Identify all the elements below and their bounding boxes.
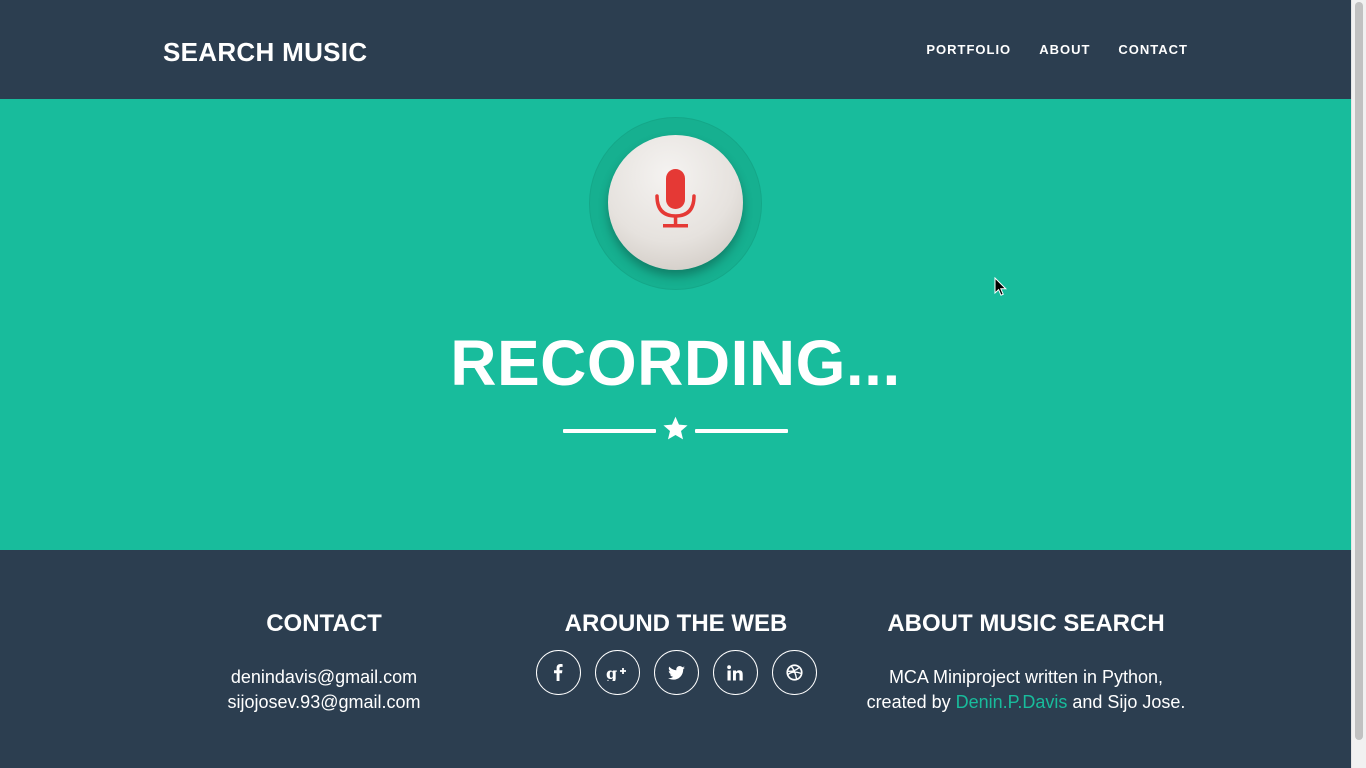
nav-link-portfolio[interactable]: PORTFOLIO [926, 42, 1011, 57]
svg-text:g: g [606, 665, 617, 681]
dribbble-button[interactable] [771, 650, 817, 695]
hero-section: RECORDING... [0, 99, 1351, 550]
record-button[interactable] [608, 135, 743, 270]
email-2: sijojosev.93@gmail.com [227, 692, 421, 712]
contact-heading: CONTACT [266, 610, 382, 637]
linkedin-button[interactable] [712, 650, 758, 695]
around-web-heading: AROUND THE WEB [564, 610, 788, 637]
google-plus-button[interactable]: g [594, 650, 640, 695]
microphone-icon [655, 169, 696, 228]
about-line-2: created by Denin.P.Davis and Sijo Jose. [846, 690, 1206, 715]
recording-status: RECORDING... [450, 327, 901, 399]
linkedin-icon [727, 664, 743, 680]
divider-line-right [695, 429, 788, 433]
dribbble-icon [785, 664, 803, 681]
scrollbar-thumb[interactable] [1355, 2, 1363, 740]
author-link[interactable]: Denin.P.Davis [956, 692, 1068, 712]
brand-logo[interactable]: SEARCH MUSIC [163, 37, 367, 68]
footer-around-web: AROUND THE WEB g [526, 610, 826, 695]
nav-link-about[interactable]: ABOUT [1039, 42, 1090, 57]
social-links: g [526, 650, 826, 695]
twitter-icon [667, 665, 685, 680]
footer-about: ABOUT MUSIC SEARCH MCA Miniproject writt… [846, 610, 1206, 715]
nav-menu: PORTFOLIO ABOUT CONTACT [926, 42, 1188, 57]
page-scrollbar[interactable] [1351, 0, 1366, 768]
star-icon [663, 416, 688, 440]
about-suffix: and Sijo Jose. [1067, 692, 1186, 712]
mouse-cursor-icon [994, 277, 1007, 296]
google-plus-icon: g [606, 665, 626, 681]
email-1: denindavis@gmail.com [230, 667, 418, 687]
about-prefix: created by [866, 692, 956, 712]
nav-link-contact[interactable]: CONTACT [1118, 42, 1188, 57]
divider-line-left [563, 429, 656, 433]
footer-contact: CONTACT denindavis@gmail.com sijojosev.9… [174, 610, 474, 715]
facebook-button[interactable] [535, 650, 581, 695]
about-heading: ABOUT MUSIC SEARCH [887, 610, 1165, 637]
facebook-icon [554, 664, 563, 681]
star-divider [563, 414, 788, 444]
footer: CONTACT denindavis@gmail.com sijojosev.9… [0, 550, 1351, 768]
navbar: SEARCH MUSIC PORTFOLIO ABOUT CONTACT [0, 0, 1351, 99]
twitter-button[interactable] [653, 650, 699, 695]
about-line-1: MCA Miniproject written in Python, [888, 667, 1164, 687]
